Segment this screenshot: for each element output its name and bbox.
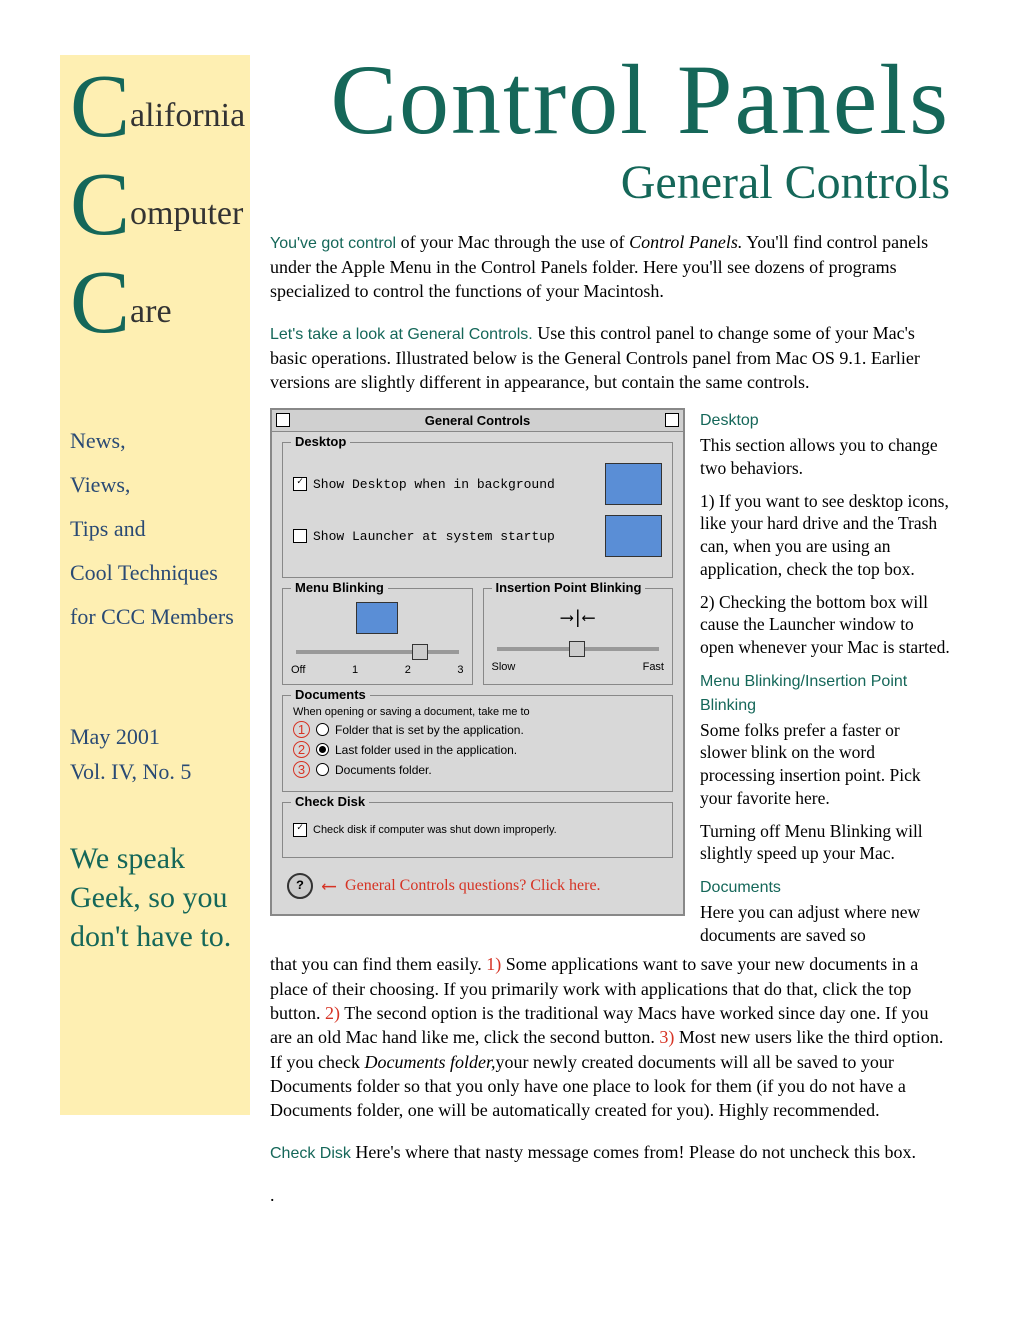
- slider1-3: 3: [457, 664, 463, 676]
- help-link[interactable]: General Controls questions? Click here.: [345, 877, 601, 895]
- show-desktop-label: Show Desktop when in background: [313, 477, 555, 492]
- below-p1: that you can find them easily.: [270, 954, 486, 974]
- callout-3: 3: [293, 761, 310, 778]
- tagline-l1: News,: [70, 419, 240, 463]
- tagline-l3: Tips and: [70, 507, 240, 551]
- desktop-head: Desktop: [700, 412, 759, 429]
- logo-c1: C: [70, 75, 130, 138]
- radio-app-folder-label: Folder that is set by the application.: [335, 723, 524, 737]
- trailing-dot: .: [270, 1183, 950, 1207]
- docs-p1: Here you can adjust where new documents …: [700, 901, 950, 947]
- desktop-p2: 1) If you want to see desktop icons, lik…: [700, 490, 950, 581]
- window-title: General Controls: [425, 413, 530, 428]
- help-row: ? ⟵ General Controls questions? Click he…: [282, 868, 673, 904]
- arrow-icon: ⟵: [323, 873, 335, 899]
- help-icon[interactable]: ?: [287, 873, 313, 899]
- sidebar: California Computer Care News, Views, Ti…: [60, 55, 250, 1115]
- slider1-off: Off: [291, 664, 305, 676]
- motto: We speak Geek, so you don't have to.: [70, 839, 240, 956]
- intro1-lead: You've got control: [270, 235, 396, 252]
- radio-last-folder[interactable]: [316, 743, 329, 756]
- intro-paragraph-2: Let's take a look at General Controls. U…: [270, 321, 950, 394]
- slider2-slow: Slow: [492, 661, 516, 673]
- inline-2: 2): [325, 1003, 340, 1023]
- documents-fieldset-label: Documents: [291, 687, 370, 702]
- logo-w1: alifornia: [130, 97, 245, 134]
- show-launcher-checkbox[interactable]: [293, 529, 307, 543]
- logo-c2: C: [70, 173, 130, 236]
- subheadline: General Controls: [270, 155, 950, 210]
- logo-c3: C: [70, 271, 130, 334]
- checkdisk-paragraph: Check Disk Here's where that nasty messa…: [270, 1140, 950, 1165]
- inline-3: 3): [659, 1027, 674, 1047]
- tagline-l2: Views,: [70, 463, 240, 507]
- explanation-column: Desktop This section allows you to chang…: [700, 408, 950, 946]
- radio-documents-folder[interactable]: [316, 763, 329, 776]
- radio-documents-folder-label: Documents folder.: [335, 763, 432, 777]
- issue-date: May 2001 Vol. IV, No. 5: [70, 719, 240, 789]
- window-titlebar: General Controls: [272, 410, 683, 432]
- documents-continuation: that you can find them easily. 1) Some a…: [270, 952, 950, 1122]
- desktop-fieldset-label: Desktop: [291, 434, 350, 449]
- tagline-l5: for CCC Members: [70, 595, 240, 639]
- blink-p2: Turning off Menu Blinking will slightly …: [700, 820, 950, 866]
- insertion-blinking-fieldset: Insertion Point Blinking ⟶|⟵ Slow Fast: [483, 588, 674, 685]
- inline-1: 1): [486, 954, 501, 974]
- intro-paragraph-1: You've got control of your Mac through t…: [270, 230, 950, 303]
- slider2-fast: Fast: [643, 661, 664, 673]
- menu-blinking-label: Menu Blinking: [291, 580, 388, 595]
- checkdisk-head: Check Disk: [270, 1145, 351, 1162]
- desktop-p3: 2) Checking the bottom box will cause th…: [700, 591, 950, 659]
- slider1-2: 2: [405, 664, 411, 676]
- show-launcher-label: Show Launcher at system startup: [313, 529, 555, 544]
- intro1-italic: Control Panels.: [629, 232, 742, 252]
- insertion-blinking-label: Insertion Point Blinking: [492, 580, 646, 595]
- tagline-l4: Cool Techniques: [70, 551, 240, 595]
- control-panel-screenshot: General Controls Desktop ✓ Show Desktop …: [270, 408, 685, 946]
- launcher-preview-icon: [605, 515, 662, 557]
- zoom-icon[interactable]: [665, 413, 679, 427]
- menu-blinking-fieldset: Menu Blinking Off 1 2 3: [282, 588, 473, 685]
- headline: Control Panels: [270, 55, 950, 145]
- main-content: Control Panels General Controls You've g…: [270, 55, 950, 1221]
- intro1-rest: of your Mac through the use of: [396, 232, 629, 252]
- checkdisk-text: Here's where that nasty message comes fr…: [351, 1142, 916, 1162]
- checkdisk-label: Check disk if computer was shut down imp…: [313, 824, 557, 836]
- desktop-fieldset: Desktop ✓ Show Desktop when in backgroun…: [282, 442, 673, 578]
- blink-p1: Some folks prefer a faster or slower bli…: [700, 719, 950, 810]
- callout-2: 2: [293, 741, 310, 758]
- docs-head: Documents: [700, 879, 781, 896]
- desktop-preview-icon: [605, 463, 662, 505]
- blink-head: Menu Blinking/Insertion Point Blinking: [700, 673, 907, 714]
- radio-last-folder-label: Last folder used in the application.: [335, 743, 517, 757]
- desktop-p1: This section allows you to change two be…: [700, 434, 950, 480]
- logo-w2: omputer: [130, 195, 243, 232]
- close-icon[interactable]: [276, 413, 290, 427]
- show-desktop-checkbox[interactable]: ✓: [293, 477, 307, 491]
- insertion-cursor-icon: ⟶|⟵: [492, 607, 665, 629]
- checkdisk-fieldset-label: Check Disk: [291, 794, 369, 809]
- checkdisk-checkbox[interactable]: ✓: [293, 823, 307, 837]
- insertion-blink-slider[interactable]: [492, 639, 665, 659]
- logo-w3: are: [130, 293, 172, 330]
- radio-app-folder[interactable]: [316, 723, 329, 736]
- callout-1: 1: [293, 721, 310, 738]
- menu-blink-slider[interactable]: [291, 642, 464, 662]
- documents-intro: When opening or saving a document, take …: [293, 706, 662, 718]
- date-l2: Vol. IV, No. 5: [70, 754, 240, 789]
- tagline: News, Views, Tips and Cool Techniques fo…: [70, 419, 240, 639]
- checkdisk-fieldset: Check Disk ✓ Check disk if computer was …: [282, 802, 673, 858]
- date-l1: May 2001: [70, 719, 240, 754]
- intro2-lead: Let's take a look at General Controls.: [270, 326, 533, 343]
- below-italic: Documents folder,: [364, 1052, 495, 1072]
- slider1-1: 1: [352, 664, 358, 676]
- documents-fieldset: Documents When opening or saving a docum…: [282, 695, 673, 792]
- menu-blink-icon: [356, 602, 398, 634]
- logo: California Computer Care: [70, 75, 240, 339]
